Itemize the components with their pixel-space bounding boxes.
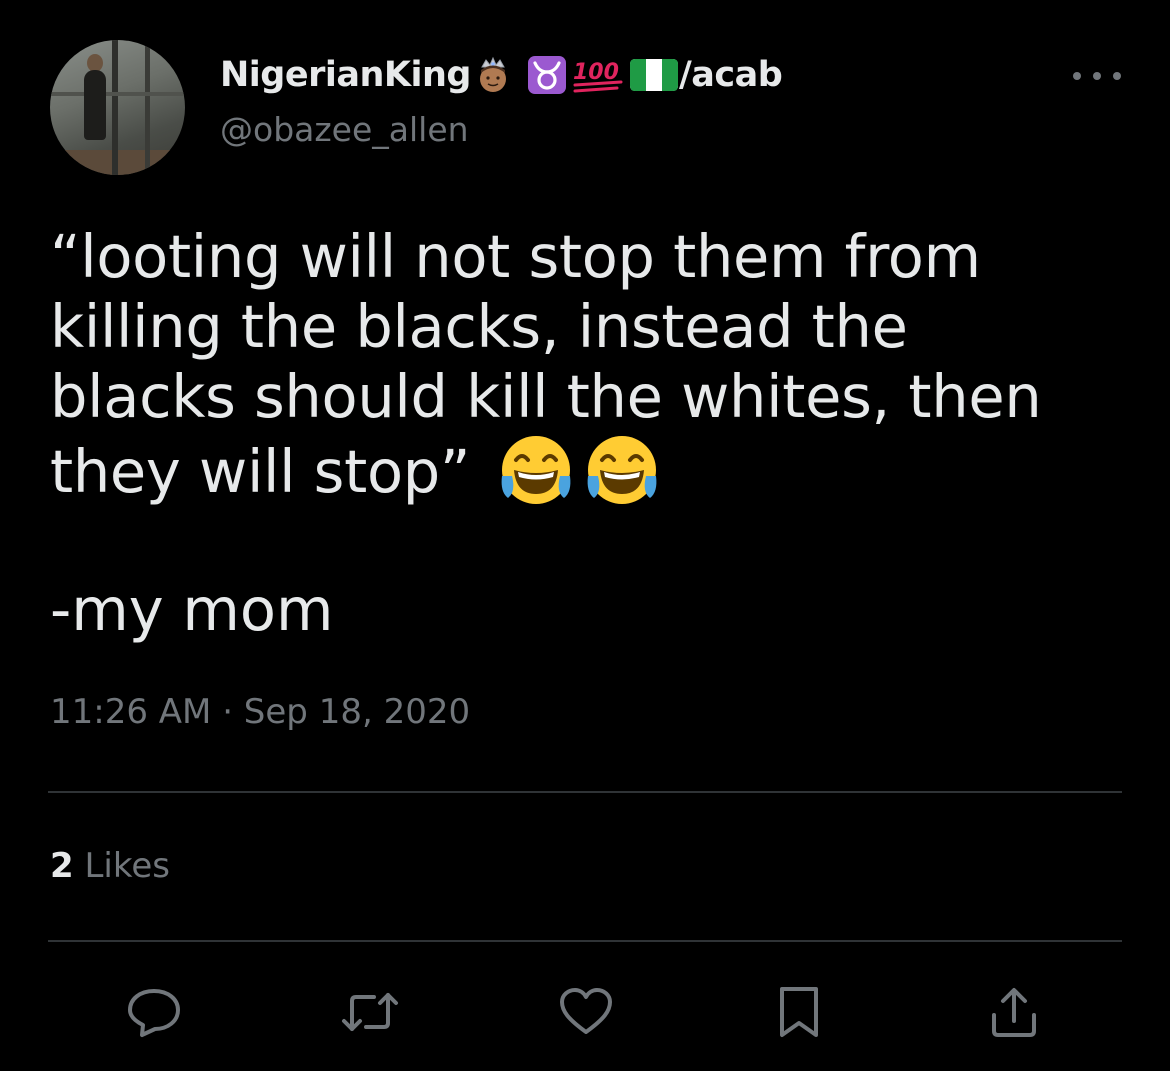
prince-emoji-icon [473, 55, 513, 95]
retweet-button[interactable] [340, 985, 400, 1039]
nigeria-flag-emoji-icon [629, 58, 679, 92]
author-name-suffix[interactable]: /acab [679, 55, 783, 95]
like-icon [560, 988, 612, 1034]
tweet-line-with-emoji: they will stop” [50, 432, 1130, 508]
tweet-text: “looting will not stop them from killing… [50, 222, 1130, 508]
tweet-timestamp[interactable]: 11:26 AM · Sep 18, 2020 [50, 692, 470, 732]
bookmark-icon [780, 987, 818, 1037]
tweet-line: they will stop” [50, 437, 471, 506]
hundred-points-emoji-icon: 100 [571, 55, 627, 95]
likes-stat[interactable]: 2 Likes [50, 846, 170, 886]
more-options-icon[interactable] [1073, 64, 1121, 88]
avatar[interactable] [50, 40, 185, 175]
likes-label: Likes [84, 846, 170, 886]
tweet-line: “looting will not stop them from [50, 222, 981, 291]
reply-icon [128, 989, 180, 1037]
author-name-row[interactable]: NigerianKing 100 /acab [220, 52, 783, 98]
taurus-emoji-icon [527, 55, 567, 95]
like-button[interactable] [556, 985, 616, 1039]
divider [48, 791, 1122, 793]
author-display-name[interactable]: NigerianKing [220, 55, 471, 95]
tweet-signature: -my mom [50, 575, 334, 644]
share-button[interactable] [984, 985, 1044, 1039]
share-icon [992, 988, 1036, 1037]
face-with-tears-of-joy-emoji-icon [498, 432, 574, 508]
retweet-icon [342, 993, 398, 1031]
likes-count: 2 [50, 846, 74, 886]
tweet-line: blacks should kill the whites, then [50, 362, 1042, 431]
face-with-tears-of-joy-emoji-icon [584, 432, 660, 508]
bookmark-button[interactable] [769, 985, 829, 1039]
tweet-line: killing the blacks, instead the [50, 292, 908, 361]
author-handle[interactable]: @obazee_allen [220, 110, 469, 149]
reply-button[interactable] [124, 985, 184, 1039]
divider [48, 940, 1122, 942]
